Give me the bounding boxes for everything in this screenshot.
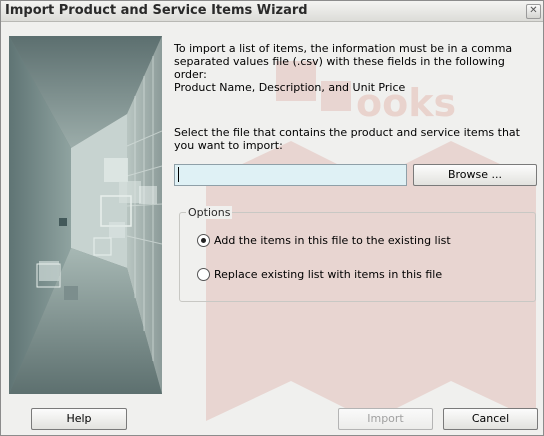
radio-label[interactable]: Replace existing list with items in this… bbox=[214, 268, 442, 282]
intro-line: separated values file (.csv) with these … bbox=[174, 55, 505, 68]
help-button[interactable]: Help bbox=[31, 408, 127, 430]
close-icon: ✕ bbox=[529, 5, 538, 16]
intro-line: order: bbox=[174, 68, 207, 81]
text-caret bbox=[178, 167, 179, 182]
close-button[interactable]: ✕ bbox=[526, 4, 541, 19]
wizard-side-image bbox=[9, 36, 162, 394]
intro-line: Product Name, Description, and Unit Pric… bbox=[174, 81, 406, 94]
import-button-label: Import bbox=[367, 412, 404, 425]
radio-button[interactable] bbox=[197, 234, 210, 247]
intro-line: To import a list of items, the informati… bbox=[174, 42, 513, 55]
cancel-button-label: Cancel bbox=[471, 412, 510, 425]
cancel-button[interactable]: Cancel bbox=[443, 408, 538, 430]
import-wizard-window: Import Product and Service Items Wizard … bbox=[0, 0, 544, 436]
intro-text: To import a list of items, the informati… bbox=[174, 42, 536, 94]
browse-button[interactable]: Browse ... bbox=[413, 164, 537, 186]
options-legend: Options bbox=[186, 206, 233, 219]
radio-label[interactable]: Add the items in this file to the existi… bbox=[214, 234, 451, 248]
file-path-input[interactable] bbox=[174, 164, 407, 186]
import-button[interactable]: Import bbox=[338, 408, 433, 430]
select-file-instructions: Select the file that contains the produc… bbox=[174, 126, 520, 152]
radio-selected-dot bbox=[201, 238, 206, 243]
help-button-label: Help bbox=[66, 412, 92, 425]
options-group bbox=[179, 212, 536, 302]
title-bar[interactable]: Import Product and Service Items Wizard … bbox=[1, 1, 543, 22]
window-title: Import Product and Service Items Wizard bbox=[5, 3, 308, 18]
radio-button[interactable] bbox=[197, 268, 210, 281]
browse-button-label: Browse ... bbox=[447, 168, 503, 181]
corridor-illustration bbox=[9, 36, 162, 394]
